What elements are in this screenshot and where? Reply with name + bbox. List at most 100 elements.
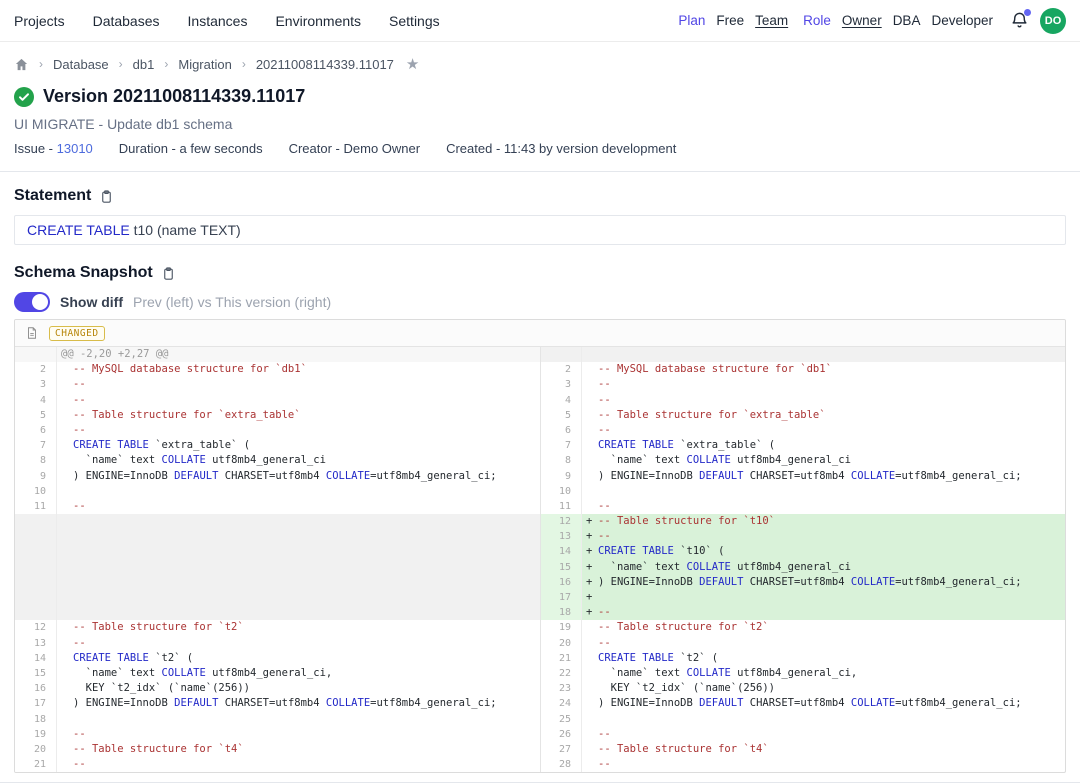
version-meta: Issue - 13010 Duration - a few seconds C… bbox=[14, 141, 1066, 156]
line-number-left: 5 bbox=[15, 408, 57, 423]
sql-comment: -- Table structure for `extra_table` bbox=[73, 409, 301, 421]
code-line-right: CREATE TABLE `t2` ( bbox=[582, 651, 1065, 666]
diff-row: 14CREATE TABLE `t2` (21CREATE TABLE `t2`… bbox=[15, 651, 1065, 666]
code-line-left: ) ENGINE=InnoDB DEFAULT CHARSET=utf8mb4 … bbox=[57, 696, 540, 711]
nav-item-instances[interactable]: Instances bbox=[188, 13, 248, 29]
sql-keyword: COLLATE bbox=[851, 576, 895, 588]
sql-keyword: TABLE bbox=[117, 652, 149, 664]
sql-keyword: COLLATE bbox=[687, 667, 731, 679]
code-line-right bbox=[582, 484, 1065, 499]
line-number-left: 20 bbox=[15, 742, 57, 757]
creator-meta: Creator - Demo Owner bbox=[289, 141, 420, 156]
sql-keyword: COLLATE bbox=[687, 561, 731, 573]
code-line-right: KEY `t2_idx` (`name`(256)) bbox=[582, 681, 1065, 696]
role-owner-link[interactable]: Owner bbox=[842, 13, 882, 28]
show-diff-toggle[interactable] bbox=[14, 292, 50, 312]
file-icon bbox=[25, 326, 39, 340]
statement-sql: CREATE TABLE t10 (name TEXT) bbox=[14, 215, 1066, 245]
diff-row: 17) ENGINE=InnoDB DEFAULT CHARSET=utf8mb… bbox=[15, 696, 1065, 711]
nav-item-settings[interactable]: Settings bbox=[389, 13, 440, 29]
team-link[interactable]: Team bbox=[755, 13, 788, 28]
issue-meta: Issue - 13010 bbox=[14, 141, 93, 156]
breadcrumb: ›Database›db1›Migration›20211008114339.1… bbox=[0, 42, 1080, 73]
diff-row: 12+-- Table structure for `t10` bbox=[15, 514, 1065, 529]
diff-row: 7CREATE TABLE `extra_table` (7CREATE TAB… bbox=[15, 438, 1065, 453]
top-nav: Projects Databases Instances Environments Se… bbox=[0, 0, 1080, 42]
sql-keyword: TABLE bbox=[642, 545, 674, 557]
breadcrumb-item[interactable]: db1 bbox=[133, 57, 155, 72]
diff-row: 6--6-- bbox=[15, 423, 1065, 438]
sql-keyword: DEFAULT bbox=[699, 576, 743, 588]
nav-item-databases[interactable]: Databases bbox=[93, 13, 160, 29]
line-number-right: 7 bbox=[540, 438, 582, 453]
show-diff-label: Show diff bbox=[60, 294, 123, 310]
breadcrumb-item[interactable]: Database bbox=[53, 57, 109, 72]
code-line-left: -- bbox=[57, 499, 540, 514]
nav-item-environments[interactable]: Environments bbox=[275, 13, 361, 29]
line-number-right: 21 bbox=[540, 651, 582, 666]
diff-row: 12-- Table structure for `t2`19-- Table … bbox=[15, 620, 1065, 635]
breadcrumb-item[interactable]: 20211008114339.11017 bbox=[256, 57, 394, 72]
copy-statement-icon[interactable] bbox=[99, 189, 114, 204]
star-icon[interactable]: ★ bbox=[406, 55, 419, 73]
code-line-left: CREATE TABLE `t2` ( bbox=[57, 651, 540, 666]
line-number-right: 16 bbox=[540, 575, 582, 590]
diff-row: 4--4-- bbox=[15, 393, 1065, 408]
code-line-right: -- Table structure for `t2` bbox=[582, 620, 1065, 635]
sql-keyword: DEFAULT bbox=[699, 697, 743, 709]
diff-header: CHANGED bbox=[15, 320, 1065, 347]
sql-comment: -- Table structure for `t2` bbox=[73, 621, 244, 633]
main-nav: Projects Databases Instances Environments Se… bbox=[14, 13, 440, 29]
divider bbox=[0, 171, 1080, 172]
add-marker: + bbox=[586, 544, 598, 559]
line-number-right: 8 bbox=[540, 453, 582, 468]
line-number-right bbox=[540, 347, 582, 362]
code-line-right: +) ENGINE=InnoDB DEFAULT CHARSET=utf8mb4… bbox=[582, 575, 1065, 590]
role-developer: Developer bbox=[931, 13, 993, 28]
line-number-right: 26 bbox=[540, 727, 582, 742]
diff-row: 14+CREATE TABLE `t10` ( bbox=[15, 544, 1065, 559]
code-line-left bbox=[57, 590, 540, 605]
line-number-right: 5 bbox=[540, 408, 582, 423]
avatar[interactable]: DO bbox=[1040, 8, 1066, 34]
sql-comment: -- bbox=[598, 728, 611, 740]
issue-link[interactable]: 13010 bbox=[57, 141, 93, 156]
sql-comment: -- bbox=[73, 758, 86, 770]
diff-row: 5-- Table structure for `extra_table`5--… bbox=[15, 408, 1065, 423]
breadcrumb-item[interactable]: Migration bbox=[178, 57, 231, 72]
sql-comment: -- bbox=[598, 606, 611, 618]
diff-row: 11--11-- bbox=[15, 499, 1065, 514]
diff-row: 8 `name` text COLLATE utf8mb4_general_ci… bbox=[15, 453, 1065, 468]
sql-comment: -- bbox=[598, 424, 611, 436]
diff-row: @@ -2,20 +2,27 @@ bbox=[15, 347, 1065, 362]
copy-snapshot-icon[interactable] bbox=[161, 266, 176, 281]
statement-section-header: Statement bbox=[14, 187, 1066, 205]
sql-comment: -- bbox=[73, 500, 86, 512]
success-check-icon bbox=[14, 87, 34, 107]
sql-keyword: COLLATE bbox=[162, 667, 206, 679]
sql-keyword: COLLATE bbox=[851, 697, 895, 709]
sql-keyword: COLLATE bbox=[851, 470, 895, 482]
code-line-right: +CREATE TABLE `t10` ( bbox=[582, 544, 1065, 559]
diff-row: 18+-- bbox=[15, 605, 1065, 620]
line-number-right: 14 bbox=[540, 544, 582, 559]
home-icon[interactable] bbox=[14, 57, 29, 72]
version-subtitle: UI MIGRATE - Update db1 schema bbox=[14, 116, 1066, 132]
add-marker: + bbox=[586, 514, 598, 529]
created-meta: Created - 11:43 by version development bbox=[446, 141, 676, 156]
add-marker: + bbox=[586, 560, 598, 575]
notification-bell-icon[interactable] bbox=[1010, 11, 1029, 30]
sql-keyword: DEFAULT bbox=[174, 470, 218, 482]
code-line-left: CREATE TABLE `extra_table` ( bbox=[57, 438, 540, 453]
line-number-left: 9 bbox=[15, 469, 57, 484]
diff-viewer: CHANGED @@ -2,20 +2,27 @@2-- MySQL datab… bbox=[14, 319, 1066, 773]
sql-comment: -- bbox=[598, 378, 611, 390]
sql-comment: -- bbox=[598, 758, 611, 770]
diff-row: 17+ bbox=[15, 590, 1065, 605]
nav-right: Plan Free Team Role Owner DBA Developer … bbox=[678, 8, 1066, 34]
line-number-left: 6 bbox=[15, 423, 57, 438]
chevron-right-icon: › bbox=[119, 57, 123, 71]
plan-label: Plan bbox=[678, 13, 705, 28]
nav-item-projects[interactable]: Projects bbox=[14, 13, 65, 29]
sql-keyword: TABLE bbox=[117, 439, 149, 451]
